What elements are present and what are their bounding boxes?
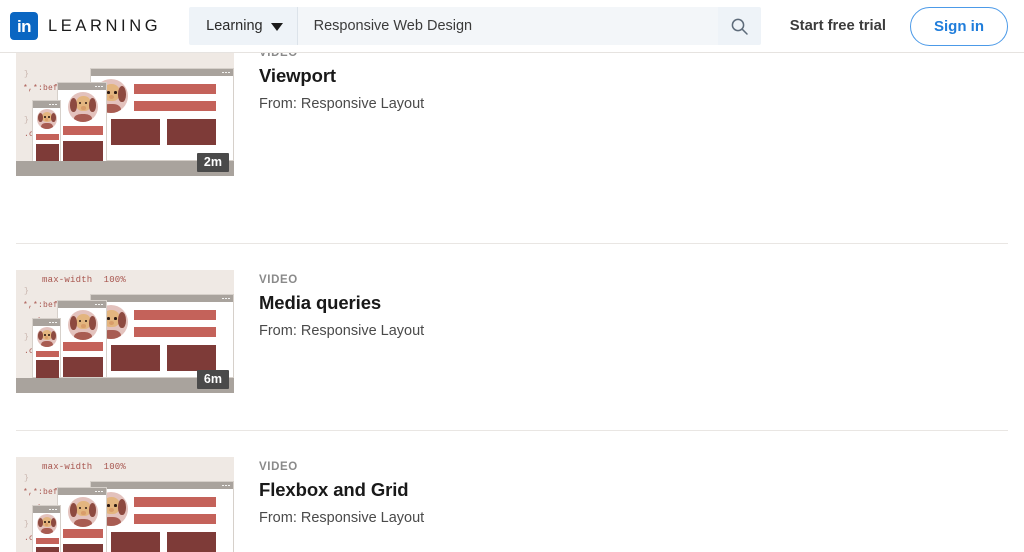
brand-wordmark: LEARNING xyxy=(48,16,162,35)
result-item[interactable]: max-width 100% } *,*:bef box } .con xyxy=(0,270,1024,393)
code-line-top: max-width 100% xyxy=(42,462,127,472)
search-icon xyxy=(730,17,749,36)
result-divider xyxy=(16,243,1008,244)
window-titlebar xyxy=(33,319,60,326)
browser-window-phone xyxy=(32,505,61,552)
sign-in-button[interactable]: Sign in xyxy=(910,6,1008,46)
video-thumbnail[interactable]: max-width 100% } *,*:bef box } .con xyxy=(16,457,234,552)
search-results-list: } *,*:bef box } .con xyxy=(0,44,1024,552)
search-scope-label: Learning xyxy=(206,18,263,34)
code-line: *,*:bef xyxy=(23,84,59,93)
search-button[interactable] xyxy=(718,7,762,45)
video-duration-badge: 2m xyxy=(196,152,229,172)
code-line: *,*:bef xyxy=(23,488,59,497)
search-bar: Learning xyxy=(189,7,762,45)
result-source: From: Responsive Layout xyxy=(259,323,425,339)
result-meta: VIDEO Media queries From: Responsive Lay… xyxy=(234,270,1008,393)
dog-avatar xyxy=(37,109,57,129)
result-title[interactable]: Media queries xyxy=(259,292,1008,314)
window-titlebar xyxy=(33,506,60,513)
browser-window-phone xyxy=(32,318,61,378)
result-title[interactable]: Viewport xyxy=(259,65,1008,87)
dog-avatar xyxy=(37,514,57,534)
brand-logo[interactable]: in LEARNING xyxy=(10,12,161,40)
code-line: } xyxy=(24,287,30,296)
result-kicker: VIDEO xyxy=(259,274,298,286)
result-divider xyxy=(16,430,1008,431)
browser-window-tablet xyxy=(57,300,107,378)
code-line: } xyxy=(24,520,30,529)
window-titlebar xyxy=(58,301,106,308)
window-titlebar xyxy=(58,488,106,495)
browser-window-desktop xyxy=(90,68,234,161)
result-source: From: Responsive Layout xyxy=(259,96,425,112)
result-source: From: Responsive Layout xyxy=(259,510,425,526)
result-kicker: VIDEO xyxy=(259,461,298,473)
browser-window-tablet xyxy=(57,82,107,163)
window-titlebar xyxy=(91,482,233,489)
site-header: in LEARNING Learning Start free trial Si… xyxy=(0,0,1024,53)
video-duration-badge: 6m xyxy=(196,369,229,389)
video-thumbnail[interactable]: } *,*:bef box } .con xyxy=(16,44,234,176)
chevron-down-icon xyxy=(270,23,283,31)
result-meta: VIDEO Flexbox and Grid From: Responsive … xyxy=(234,457,1008,552)
start-free-trial-link[interactable]: Start free trial xyxy=(790,18,886,34)
dog-avatar xyxy=(68,497,98,527)
code-line: } xyxy=(24,70,30,79)
code-line-top: max-width 100% xyxy=(42,275,127,285)
code-line: *,*:bef xyxy=(23,301,59,310)
window-titlebar xyxy=(91,295,233,302)
video-thumbnail[interactable]: max-width 100% } *,*:bef box } .con xyxy=(16,270,234,393)
header-actions: Start free trial Sign in xyxy=(790,6,1008,46)
window-titlebar xyxy=(91,69,233,76)
result-item[interactable]: max-width 100% } *,*:bef box } .con xyxy=(0,457,1024,552)
linkedin-logo-icon[interactable]: in xyxy=(10,12,38,40)
dog-avatar xyxy=(37,327,57,347)
browser-window-desktop xyxy=(90,294,234,378)
browser-window-desktop xyxy=(90,481,234,552)
result-item[interactable]: } *,*:bef box } .con xyxy=(0,44,1024,204)
result-meta: VIDEO Viewport From: Responsive Layout xyxy=(234,47,1008,204)
linkedin-logo-text: in xyxy=(16,16,32,36)
browser-window-phone xyxy=(32,100,61,163)
dog-avatar xyxy=(68,310,98,340)
search-scope-dropdown[interactable]: Learning xyxy=(189,7,298,45)
search-input[interactable] xyxy=(297,7,719,45)
browser-window-tablet xyxy=(57,487,107,552)
window-titlebar xyxy=(33,101,60,108)
code-line: } xyxy=(24,474,30,483)
code-line: } xyxy=(24,116,30,125)
dog-avatar xyxy=(68,92,98,122)
result-title[interactable]: Flexbox and Grid xyxy=(259,479,1008,501)
code-line: } xyxy=(24,333,30,342)
window-titlebar xyxy=(58,83,106,90)
